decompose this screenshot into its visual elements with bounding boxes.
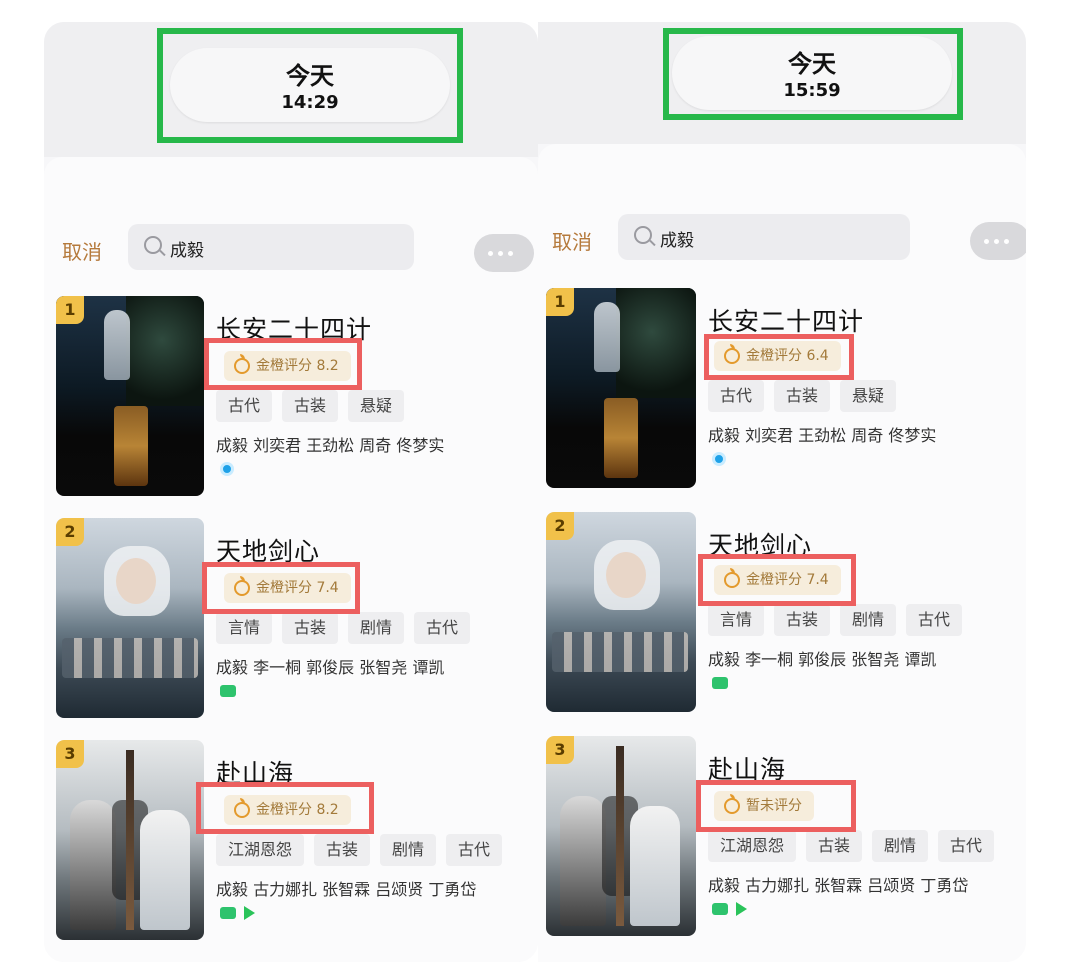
tag[interactable]: 剧情 [348,612,405,644]
tag-list: 言情 古装 剧情 古代 [708,604,963,636]
tag[interactable]: 古代 [708,380,765,412]
rating-highlight-box [704,334,854,380]
source-icons [220,684,236,697]
tencent-video-icon[interactable] [220,462,234,476]
more-options-button[interactable] [474,234,534,272]
cast-list: 成毅 李一桐 郭俊辰 张智尧 谭凯 [708,650,937,669]
rank-badge: 3 [56,740,84,768]
cast-list: 成毅 刘奕君 王劲松 周奇 佟梦实 [216,436,445,455]
rating-highlight-box [696,780,856,832]
rating-highlight-box [204,338,362,390]
tag[interactable]: 古装 [774,604,831,636]
rank-badge: 2 [546,512,574,540]
search-query: 成毅 [170,241,204,261]
tag[interactable]: 古代 [414,612,471,644]
iqiyi-icon[interactable] [220,685,236,697]
cast-list: 成毅 古力娜扎 张智霖 吕颂贤 丁勇岱 [216,880,477,899]
source-icons [712,676,728,689]
rank-badge: 3 [546,736,574,764]
tag-list: 古代 古装 悬疑 [708,380,897,412]
iqiyi-icon[interactable] [712,677,728,689]
cast-list: 成毅 刘奕君 王劲松 周奇 佟梦实 [708,426,937,445]
youku-icon[interactable] [736,902,747,916]
cancel-button[interactable]: 取消 [552,226,592,255]
list-item[interactable]: 3 赴山海 金橙评分 8.2 江湖恩怨 古装 剧情 古代 成毅 古力娜扎 张智霖… [44,740,538,950]
list-item[interactable]: 2 天地剑心 金橙评分 7.4 言情 古装 剧情 古代 成毅 李一桐 郭俊辰 张… [44,518,538,728]
search-input[interactable]: 成毅 [618,214,910,260]
tag-list: 言情 古装 剧情 古代 [216,612,471,644]
tag[interactable]: 江湖恩怨 [708,830,797,862]
search-query: 成毅 [660,231,694,251]
cast-list: 成毅 李一桐 郭俊辰 张智尧 谭凯 [216,658,445,677]
tag[interactable]: 言情 [216,612,273,644]
list-item[interactable]: 1 长安二十四计 金橙评分 6.4 古代 古装 悬疑 成毅 刘奕君 王劲松 周奇… [538,288,1026,498]
iqiyi-icon[interactable] [712,903,728,915]
search-icon [634,226,652,244]
more-options-button[interactable] [970,222,1026,260]
poster-image[interactable]: 3 [56,740,204,940]
rank-badge: 2 [56,518,84,546]
tag-list: 江湖恩怨 古装 剧情 古代 [708,830,995,862]
cast-list: 成毅 古力娜扎 张智霖 吕颂贤 丁勇岱 [708,876,969,895]
tag[interactable]: 古代 [906,604,963,636]
time-highlight-box [663,28,963,120]
time-highlight-box [157,28,463,143]
rating-highlight-box [202,562,360,614]
search-input[interactable]: 成毅 [128,224,414,270]
rank-badge: 1 [56,296,84,324]
list-item[interactable]: 1 长安二十四计 金橙评分 8.2 古代 古装 悬疑 成毅 刘奕君 王劲松 周奇… [44,296,538,506]
rank-badge: 1 [546,288,574,316]
source-icons [712,902,747,916]
tag[interactable]: 古装 [314,834,371,866]
tag-list: 江湖恩怨 古装 剧情 古代 [216,834,503,866]
tag[interactable]: 剧情 [872,830,929,862]
drama-title[interactable]: 长安二十四计 [708,302,864,338]
tag[interactable]: 江湖恩怨 [216,834,305,866]
tag-list: 古代 古装 悬疑 [216,390,405,422]
tag[interactable]: 古代 [938,830,995,862]
tag[interactable]: 剧情 [380,834,437,866]
iqiyi-icon[interactable] [220,907,236,919]
rating-highlight-box [196,782,374,834]
poster-image[interactable]: 1 [56,296,204,496]
tag[interactable]: 古装 [282,612,339,644]
rating-highlight-box [698,554,856,606]
tag[interactable]: 剧情 [840,604,897,636]
youku-icon[interactable] [244,906,255,920]
tag[interactable]: 古装 [282,390,339,422]
tag[interactable]: 古代 [216,390,273,422]
tag[interactable]: 悬疑 [348,390,405,422]
tencent-video-icon[interactable] [712,452,726,466]
list-item[interactable]: 2 天地剑心 金橙评分 7.4 言情 古装 剧情 古代 成毅 李一桐 郭俊辰 张… [538,512,1026,722]
poster-image[interactable]: 1 [546,288,696,488]
poster-image[interactable]: 2 [56,518,204,718]
tag[interactable]: 古装 [774,380,831,412]
list-item[interactable]: 3 赴山海 暂未评分 江湖恩怨 古装 剧情 古代 成毅 古力娜扎 张智霖 吕颂贤… [538,736,1026,946]
tag[interactable]: 古装 [806,830,863,862]
poster-image[interactable]: 2 [546,512,696,712]
source-icons [220,462,234,476]
cancel-button[interactable]: 取消 [62,236,102,265]
poster-image[interactable]: 3 [546,736,696,936]
source-icons [220,906,255,920]
source-icons [712,452,726,466]
tag[interactable]: 言情 [708,604,765,636]
tag[interactable]: 古代 [446,834,503,866]
search-icon [144,236,162,254]
tag[interactable]: 悬疑 [840,380,897,412]
